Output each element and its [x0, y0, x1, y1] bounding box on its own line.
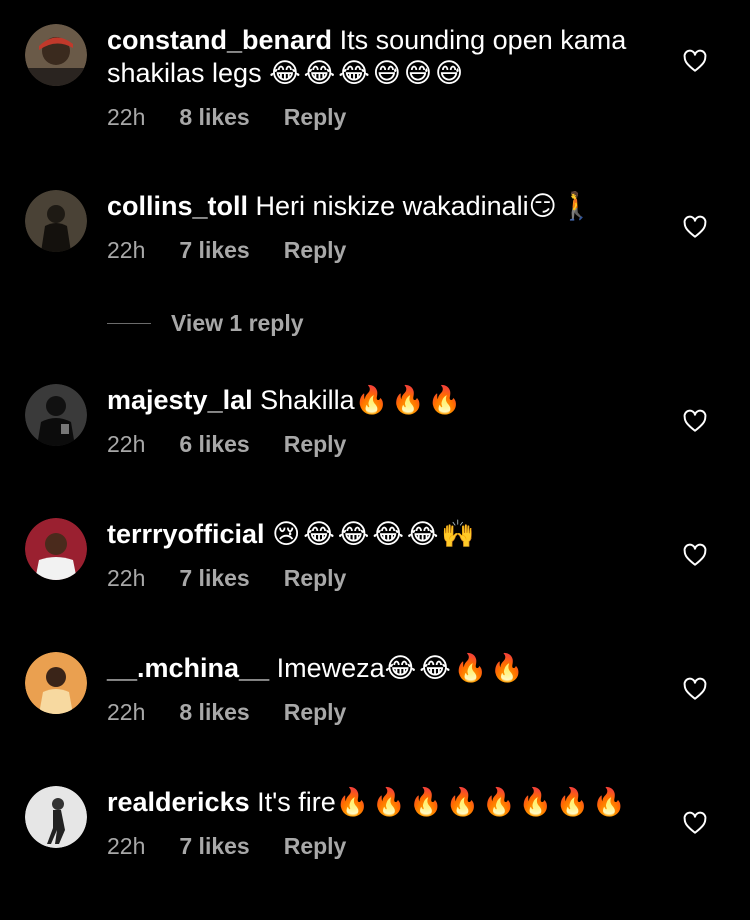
comment-meta: 22h 6 likes Reply: [107, 431, 670, 458]
avatar[interactable]: [25, 786, 87, 848]
comment-body: terrryofficial 😢😂😂😂😂🙌 22h 7 likes Reply: [107, 518, 670, 592]
reply-button[interactable]: Reply: [284, 699, 347, 726]
likes-count[interactable]: 8 likes: [179, 699, 249, 726]
username[interactable]: __.mchina__: [107, 653, 269, 683]
reply-button[interactable]: Reply: [284, 237, 347, 264]
comment-text: constand_benard Its sounding open kama s…: [107, 24, 670, 90]
comment-meta: 22h 7 likes Reply: [107, 565, 670, 592]
avatar[interactable]: [25, 384, 87, 446]
heart-outline-icon[interactable]: [682, 408, 708, 434]
heart-outline-icon[interactable]: [682, 214, 708, 240]
reply-button[interactable]: Reply: [284, 565, 347, 592]
divider: [107, 323, 151, 324]
username[interactable]: terrryofficial: [107, 519, 265, 549]
reply-button[interactable]: Reply: [284, 104, 347, 131]
username[interactable]: constand_benard: [107, 25, 332, 55]
likes-count[interactable]: 7 likes: [179, 237, 249, 264]
heart-outline-icon[interactable]: [682, 48, 708, 74]
comment-emoji: 😢😂😂😂😂🙌: [272, 519, 479, 549]
comment-text: __.mchina__ Imeweza😂😂🔥🔥: [107, 652, 670, 685]
comment-body: __.mchina__ Imeweza😂😂🔥🔥 22h 8 likes Repl…: [107, 652, 670, 726]
username[interactable]: realdericks: [107, 787, 250, 817]
reply-button[interactable]: Reply: [284, 833, 347, 860]
comment-body: majesty_lal Shakilla🔥🔥🔥 22h 6 likes Repl…: [107, 384, 670, 458]
likes-count[interactable]: 6 likes: [179, 431, 249, 458]
heart-outline-icon[interactable]: [682, 810, 708, 836]
avatar[interactable]: [25, 24, 87, 86]
comment-meta: 22h 7 likes Reply: [107, 833, 670, 860]
username[interactable]: collins_toll: [107, 191, 248, 221]
timestamp: 22h: [107, 104, 146, 130]
avatar[interactable]: [25, 518, 87, 580]
comment-emoji: 🔥🔥🔥🔥🔥🔥🔥🔥: [335, 787, 629, 817]
likes-count[interactable]: 7 likes: [179, 565, 249, 592]
timestamp: 22h: [107, 237, 146, 263]
timestamp: 22h: [107, 565, 146, 591]
comment-body: realdericks It's fire🔥🔥🔥🔥🔥🔥🔥🔥 22h 7 like…: [107, 786, 670, 860]
comment-text: realdericks It's fire🔥🔥🔥🔥🔥🔥🔥🔥: [107, 786, 670, 819]
username[interactable]: majesty_lal: [107, 385, 253, 415]
heart-outline-icon[interactable]: [682, 542, 708, 568]
avatar[interactable]: [25, 652, 87, 714]
comment-emoji: 🔥🔥🔥: [354, 385, 465, 415]
comment-text: majesty_lal Shakilla🔥🔥🔥: [107, 384, 670, 417]
comment-meta: 22h 8 likes Reply: [107, 699, 670, 726]
comment-meta: 22h 8 likes Reply: [107, 104, 670, 131]
timestamp: 22h: [107, 833, 146, 859]
view-replies-button[interactable]: View 1 reply: [107, 310, 304, 337]
comment-message: Shakilla: [260, 385, 355, 415]
likes-count[interactable]: 8 likes: [179, 104, 249, 131]
likes-count[interactable]: 7 likes: [179, 833, 249, 860]
comment-text: collins_toll Heri niskize wakadinali😏🚶: [107, 190, 670, 223]
timestamp: 22h: [107, 431, 146, 457]
comment-emoji: 😏🚶: [528, 191, 597, 221]
comment-text: terrryofficial 😢😂😂😂😂🙌: [107, 518, 670, 551]
view-replies-label[interactable]: View 1 reply: [171, 310, 304, 337]
comment-body: constand_benard Its sounding open kama s…: [107, 24, 670, 131]
comment-meta: 22h 7 likes Reply: [107, 237, 670, 264]
timestamp: 22h: [107, 699, 146, 725]
avatar[interactable]: [25, 190, 87, 252]
reply-button[interactable]: Reply: [284, 431, 347, 458]
comment-body: collins_toll Heri niskize wakadinali😏🚶 2…: [107, 190, 670, 264]
heart-outline-icon[interactable]: [682, 676, 708, 702]
comment-message: Heri niskize wakadinali: [255, 191, 529, 221]
comment-message: It's fire: [257, 787, 336, 817]
comment-emoji: 😂😂😂😅😅😅: [269, 58, 467, 88]
comment-message: Imeweza: [276, 653, 385, 683]
comment-emoji: 😂😂🔥🔥: [384, 653, 527, 683]
